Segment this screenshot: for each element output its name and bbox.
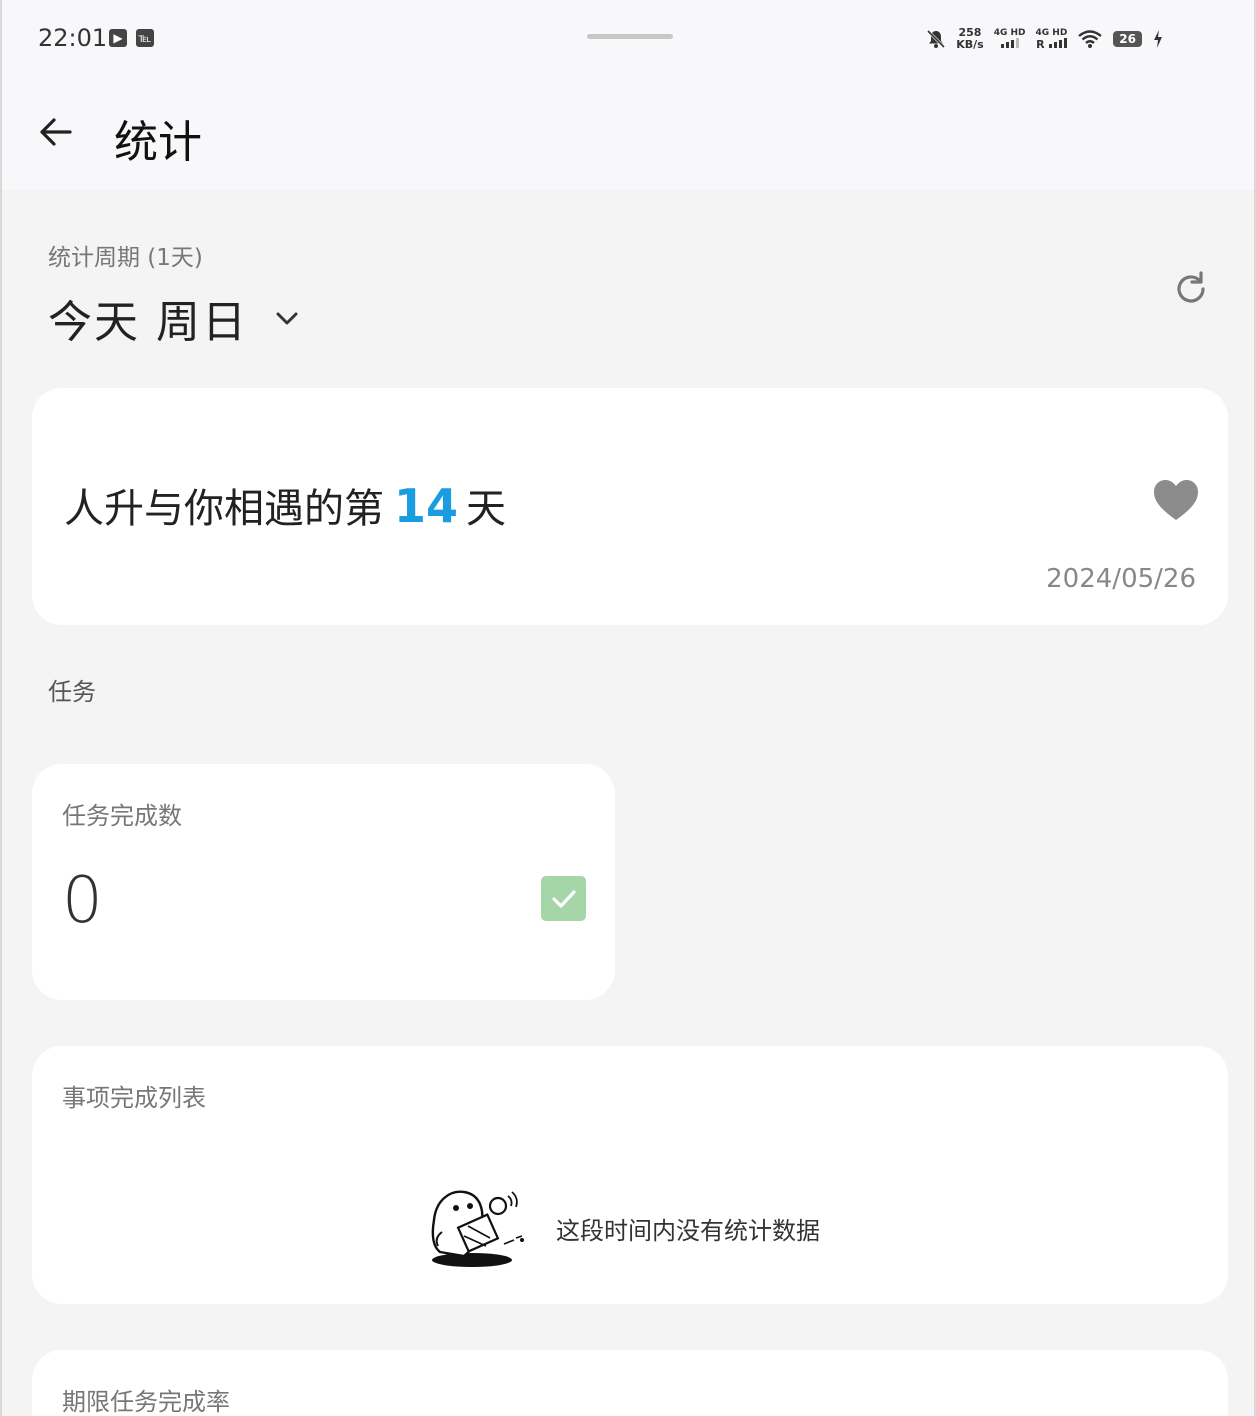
app-screen: 22:01 ▶ ℡ 258 KB/s 4G HD 4G HD R 26 统计 统… bbox=[0, 0, 1256, 1416]
status-time: 22:01 bbox=[38, 24, 108, 52]
ghost-illustration-icon bbox=[431, 1190, 524, 1267]
net-speed-unit: KB/s bbox=[956, 38, 984, 51]
anniversary-suffix: 天 bbox=[466, 486, 507, 532]
app-bar: 统计 bbox=[2, 78, 1254, 190]
heart-icon[interactable] bbox=[1152, 478, 1200, 522]
items-completed-list-card: 事项完成列表 这段时间内没有统计数据 bbox=[32, 1046, 1228, 1304]
refresh-icon[interactable] bbox=[1172, 270, 1210, 308]
deadline-task-rate-card[interactable]: 期限任务完成率 bbox=[32, 1350, 1228, 1416]
status-bar: 22:01 ▶ ℡ 258 KB/s 4G HD 4G HD R 26 bbox=[2, 0, 1254, 78]
battery-icon: 26 bbox=[1113, 31, 1142, 47]
notification-app-icon: ℡ bbox=[136, 29, 154, 47]
chevron-down-icon bbox=[276, 312, 298, 325]
deadline-rate-title: 期限任务完成率 bbox=[62, 1388, 230, 1416]
sim2-label: 4G HD bbox=[1035, 27, 1068, 38]
sim1-signal: 4G HD bbox=[994, 28, 1026, 51]
charging-bolt-icon bbox=[1154, 30, 1162, 48]
signal-bars-icon bbox=[1000, 37, 1019, 48]
tasks-completed-count: 0 bbox=[62, 864, 103, 938]
page-title: 统计 bbox=[114, 117, 202, 168]
back-arrow-icon[interactable] bbox=[36, 112, 76, 152]
items-list-title: 事项完成列表 bbox=[62, 1084, 206, 1112]
empty-state-text: 这段时间内没有统计数据 bbox=[556, 1216, 820, 1245]
anniversary-text: 人升与你相遇的第 14 天 bbox=[64, 476, 506, 534]
wifi-icon bbox=[1078, 30, 1103, 48]
checkmark-icon bbox=[552, 890, 576, 908]
status-indicators: 258 KB/s 4G HD 4G HD R 26 bbox=[926, 24, 1164, 54]
notification-app-icon: ▶ bbox=[109, 29, 127, 47]
sim1-label: 4G HD bbox=[993, 27, 1026, 38]
sim2-signal: 4G HD R bbox=[1036, 28, 1068, 51]
drag-handle[interactable] bbox=[587, 34, 673, 39]
anniversary-days: 14 bbox=[394, 479, 459, 533]
anniversary-prefix: 人升与你相遇的第 bbox=[64, 486, 384, 532]
anniversary-card: 人升与你相遇的第 14 天 2024/05/26 bbox=[32, 388, 1228, 625]
check-badge bbox=[541, 876, 586, 921]
empty-state: 这段时间内没有统计数据 bbox=[428, 1186, 820, 1270]
period-label: 统计周期 (1天) bbox=[48, 245, 203, 271]
mute-bell-icon bbox=[927, 29, 946, 49]
tasks-section-label: 任务 bbox=[48, 678, 96, 706]
roaming-indicator: R bbox=[1036, 37, 1045, 51]
period-value: 今天 周日 bbox=[48, 297, 248, 348]
tasks-completed-card[interactable]: 任务完成数 0 bbox=[32, 764, 615, 1000]
period-selector[interactable]: 今天 周日 bbox=[48, 286, 302, 350]
net-speed: 258 KB/s bbox=[956, 27, 983, 51]
signal-bars-icon bbox=[1048, 37, 1067, 48]
tasks-completed-title: 任务完成数 bbox=[62, 802, 182, 830]
anniversary-date: 2024/05/26 bbox=[1046, 564, 1196, 594]
